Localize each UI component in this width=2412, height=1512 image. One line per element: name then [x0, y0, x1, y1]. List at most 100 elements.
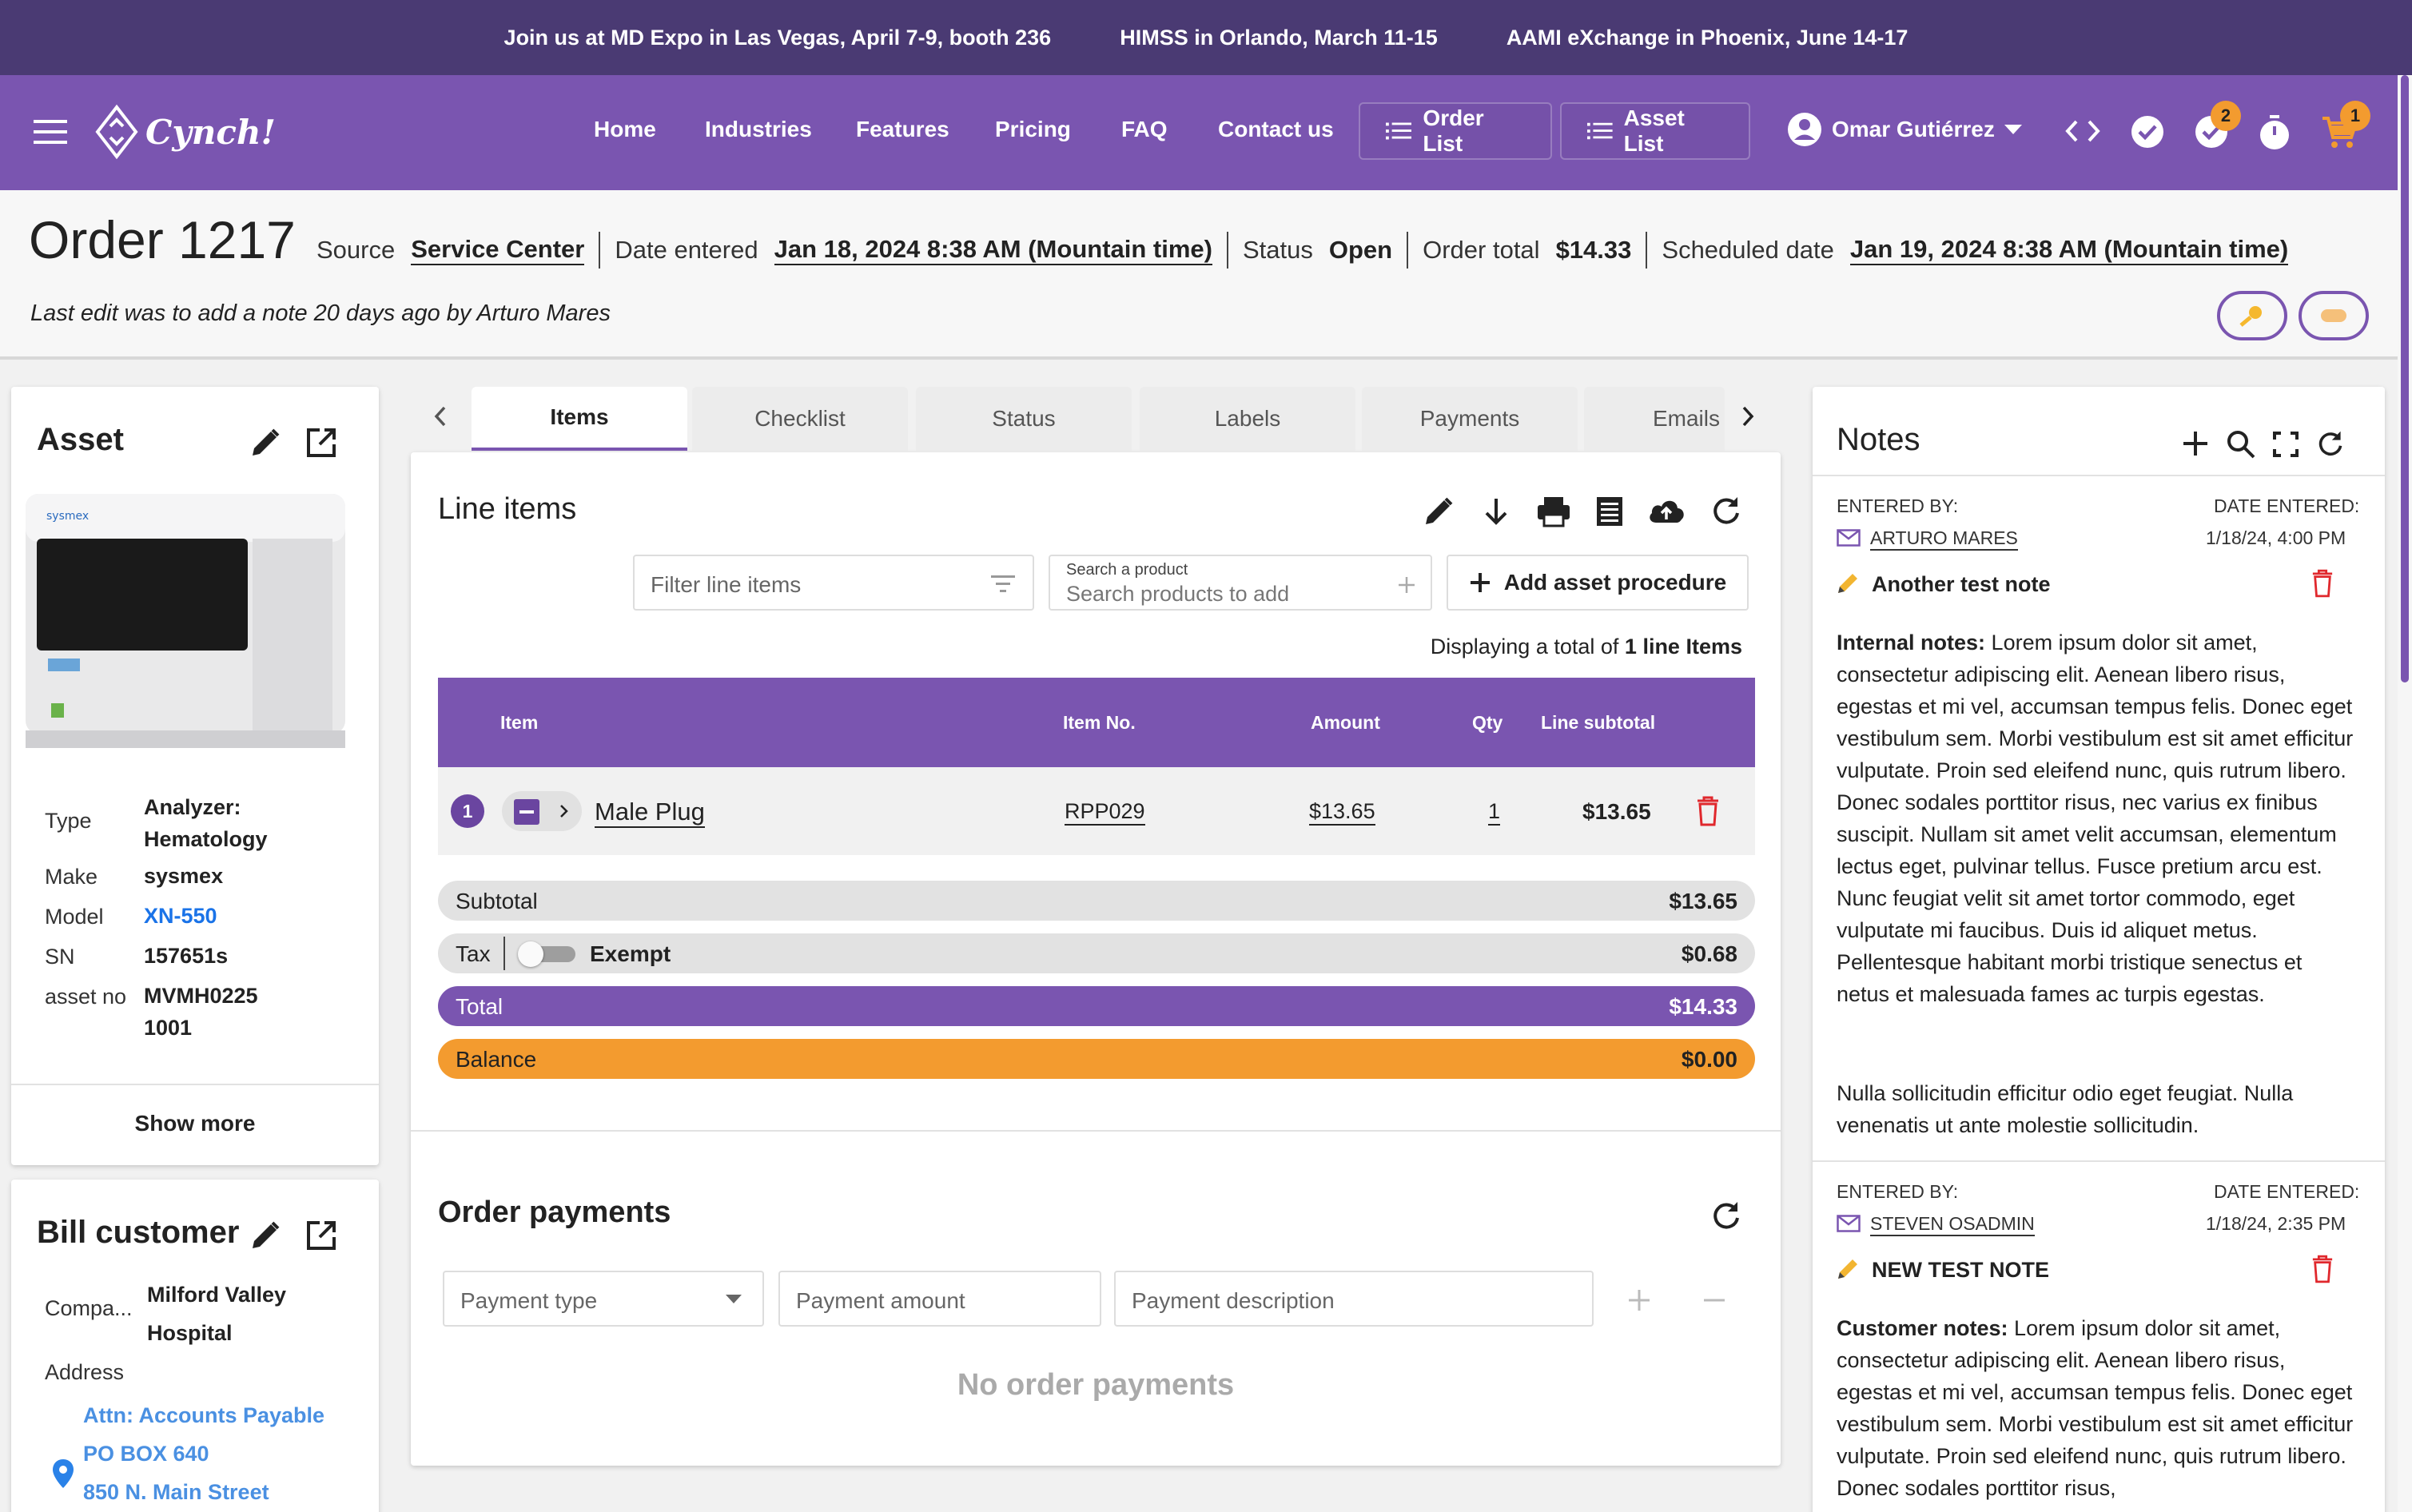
caret-down-icon — [2004, 125, 2022, 134]
cart-icon[interactable]: 1 — [2321, 101, 2370, 150]
check-circle-icon[interactable] — [2131, 115, 2164, 149]
key-button[interactable] — [2217, 291, 2287, 340]
remove-payment-icon[interactable] — [1702, 1288, 1726, 1312]
table-row[interactable]: 1 Male Plug RPP029 $13.65 1 $13.65 — [438, 767, 1755, 855]
add-asset-procedure-button[interactable]: Add asset procedure — [1447, 555, 1749, 611]
item-name-link[interactable]: Male Plug — [595, 798, 705, 828]
divider — [1813, 1160, 2385, 1162]
scheduled-date-value[interactable]: Jan 19, 2024 8:38 AM (Mountain time) — [1849, 235, 2289, 265]
scrollbar-thumb[interactable] — [2401, 75, 2409, 682]
note-title: Another test note — [1872, 572, 2051, 596]
row-expand-toggle[interactable] — [502, 791, 582, 831]
col-amount[interactable]: Amount — [1311, 678, 1380, 767]
tag-icon — [2321, 309, 2346, 322]
edit-items-icon[interactable] — [1423, 495, 1455, 527]
company-label: Compa... — [45, 1296, 133, 1320]
tab-emails[interactable]: Emails — [1584, 387, 1725, 451]
nav-faq[interactable]: FAQ — [1121, 117, 1168, 142]
timer-icon[interactable] — [2259, 115, 2291, 150]
delete-icon[interactable] — [1696, 796, 1720, 826]
tasks-icon[interactable]: 2 — [2195, 101, 2241, 149]
search-products-input[interactable]: Search a product Search products to add — [1049, 555, 1432, 611]
tabs-scroll-left-icon[interactable] — [432, 404, 449, 428]
payment-type-select[interactable]: Payment type — [443, 1271, 764, 1327]
tab-checklist[interactable]: Checklist — [692, 387, 908, 451]
asset-list-button[interactable]: Asset List — [1560, 102, 1750, 160]
address-attn: Attn: Accounts Payable — [83, 1403, 325, 1427]
scheduled-date-label: Scheduled date — [1662, 236, 1834, 264]
nav-home[interactable]: Home — [594, 117, 656, 142]
tab-labels[interactable]: Labels — [1140, 387, 1355, 451]
fullscreen-icon[interactable] — [2273, 432, 2299, 457]
list-icon — [1386, 122, 1412, 140]
print-icon[interactable] — [1536, 495, 1571, 527]
open-customer-icon[interactable] — [305, 1220, 337, 1251]
edit-customer-icon[interactable] — [249, 1220, 281, 1251]
tax-exempt-toggle[interactable] — [518, 941, 575, 967]
subtotal-row: Subtotal $13.65 — [438, 881, 1755, 921]
cynch-logo[interactable]: Cynch! — [94, 104, 276, 160]
menu-icon[interactable] — [34, 120, 67, 144]
amount-link[interactable]: $13.65 — [1309, 799, 1375, 826]
payment-description-input[interactable]: Payment description — [1114, 1271, 1594, 1327]
receipt-icon[interactable] — [1594, 495, 1626, 527]
open-asset-icon[interactable] — [305, 427, 337, 459]
filter-line-items-input[interactable]: Filter line items — [633, 555, 1034, 611]
notes-title: Notes — [1837, 422, 1920, 457]
date-entered-value[interactable]: Jan 18, 2024 8:38 AM (Mountain time) — [774, 235, 1212, 265]
source-link[interactable]: Service Center — [411, 235, 585, 265]
mail-icon[interactable] — [1837, 1215, 1861, 1232]
balance-label: Balance — [456, 1047, 537, 1072]
banner-item-md-expo[interactable]: Join us at MD Expo in Las Vegas, April 7… — [504, 26, 1052, 50]
nav-industries[interactable]: Industries — [705, 117, 812, 142]
refresh-icon[interactable] — [1710, 495, 1742, 527]
total-value: $14.33 — [1669, 994, 1737, 1019]
nav-features[interactable]: Features — [856, 117, 949, 142]
refresh-notes-icon[interactable] — [2316, 430, 2345, 459]
note-body: Customer notes: Lorem ipsum dolor sit am… — [1837, 1312, 2356, 1512]
refresh-payments-icon[interactable] — [1710, 1200, 1742, 1232]
banner-item-aami[interactable]: AAMI eXchange in Phoenix, June 14-17 — [1507, 26, 1909, 50]
tab-items[interactable]: Items — [472, 387, 687, 451]
line-items-table: Item Item No. Amount Qty Line subtotal 1… — [438, 678, 1755, 855]
qty-link[interactable]: 1 — [1488, 799, 1501, 826]
toggle-thumb — [518, 941, 543, 967]
tabs-scroll-right-icon[interactable] — [1739, 404, 1757, 428]
mail-icon[interactable] — [1837, 529, 1861, 547]
user-menu[interactable]: Omar Gutiérrez — [1787, 112, 2022, 147]
note-date: 1/18/24, 4:00 PM — [2206, 527, 2346, 548]
nav-pricing[interactable]: Pricing — [995, 117, 1071, 142]
col-qty[interactable]: Qty — [1472, 678, 1503, 767]
code-icon[interactable] — [2065, 115, 2100, 147]
arrow-down-icon[interactable] — [1480, 495, 1512, 527]
cloud-upload-icon[interactable] — [1646, 495, 1686, 527]
delete-note-icon[interactable] — [2311, 1255, 2334, 1283]
delete-note-icon[interactable] — [2311, 569, 2334, 598]
payment-description-placeholder: Payment description — [1132, 1288, 1335, 1313]
banner-item-himss[interactable]: HIMSS in Orlando, March 11-15 — [1120, 26, 1438, 50]
item-no-link[interactable]: RPP029 — [1065, 799, 1145, 826]
edit-asset-icon[interactable] — [249, 427, 281, 459]
note-author-link[interactable]: STEVEN OSADMIN — [1870, 1213, 2035, 1236]
tab-status[interactable]: Status — [916, 387, 1132, 451]
col-item-no[interactable]: Item No. — [1063, 678, 1136, 767]
model-link[interactable]: XN-550 — [144, 900, 328, 932]
pencil-note-icon — [1838, 1259, 1857, 1279]
divider — [1407, 232, 1409, 269]
note-kind: Internal notes: — [1837, 631, 1986, 655]
tag-button[interactable] — [2299, 291, 2369, 340]
search-icon[interactable] — [2227, 430, 2255, 459]
show-more-button[interactable]: Show more — [11, 1111, 379, 1136]
col-line-subtotal[interactable]: Line subtotal — [1541, 678, 1655, 767]
tab-payments[interactable]: Payments — [1362, 387, 1578, 451]
divider — [503, 937, 505, 970]
nav-contact-us[interactable]: Contact us — [1218, 117, 1334, 142]
col-item[interactable]: Item — [500, 678, 538, 767]
add-note-icon[interactable] — [2182, 430, 2209, 457]
note-author-link[interactable]: ARTURO MARES — [1870, 527, 2018, 551]
map-pin-icon[interactable] — [51, 1458, 75, 1490]
order-list-button[interactable]: Order List — [1359, 102, 1552, 160]
page-scrollbar[interactable] — [2398, 75, 2412, 1512]
add-payment-icon[interactable] — [1627, 1288, 1651, 1312]
payment-amount-input[interactable]: Payment amount — [778, 1271, 1101, 1327]
